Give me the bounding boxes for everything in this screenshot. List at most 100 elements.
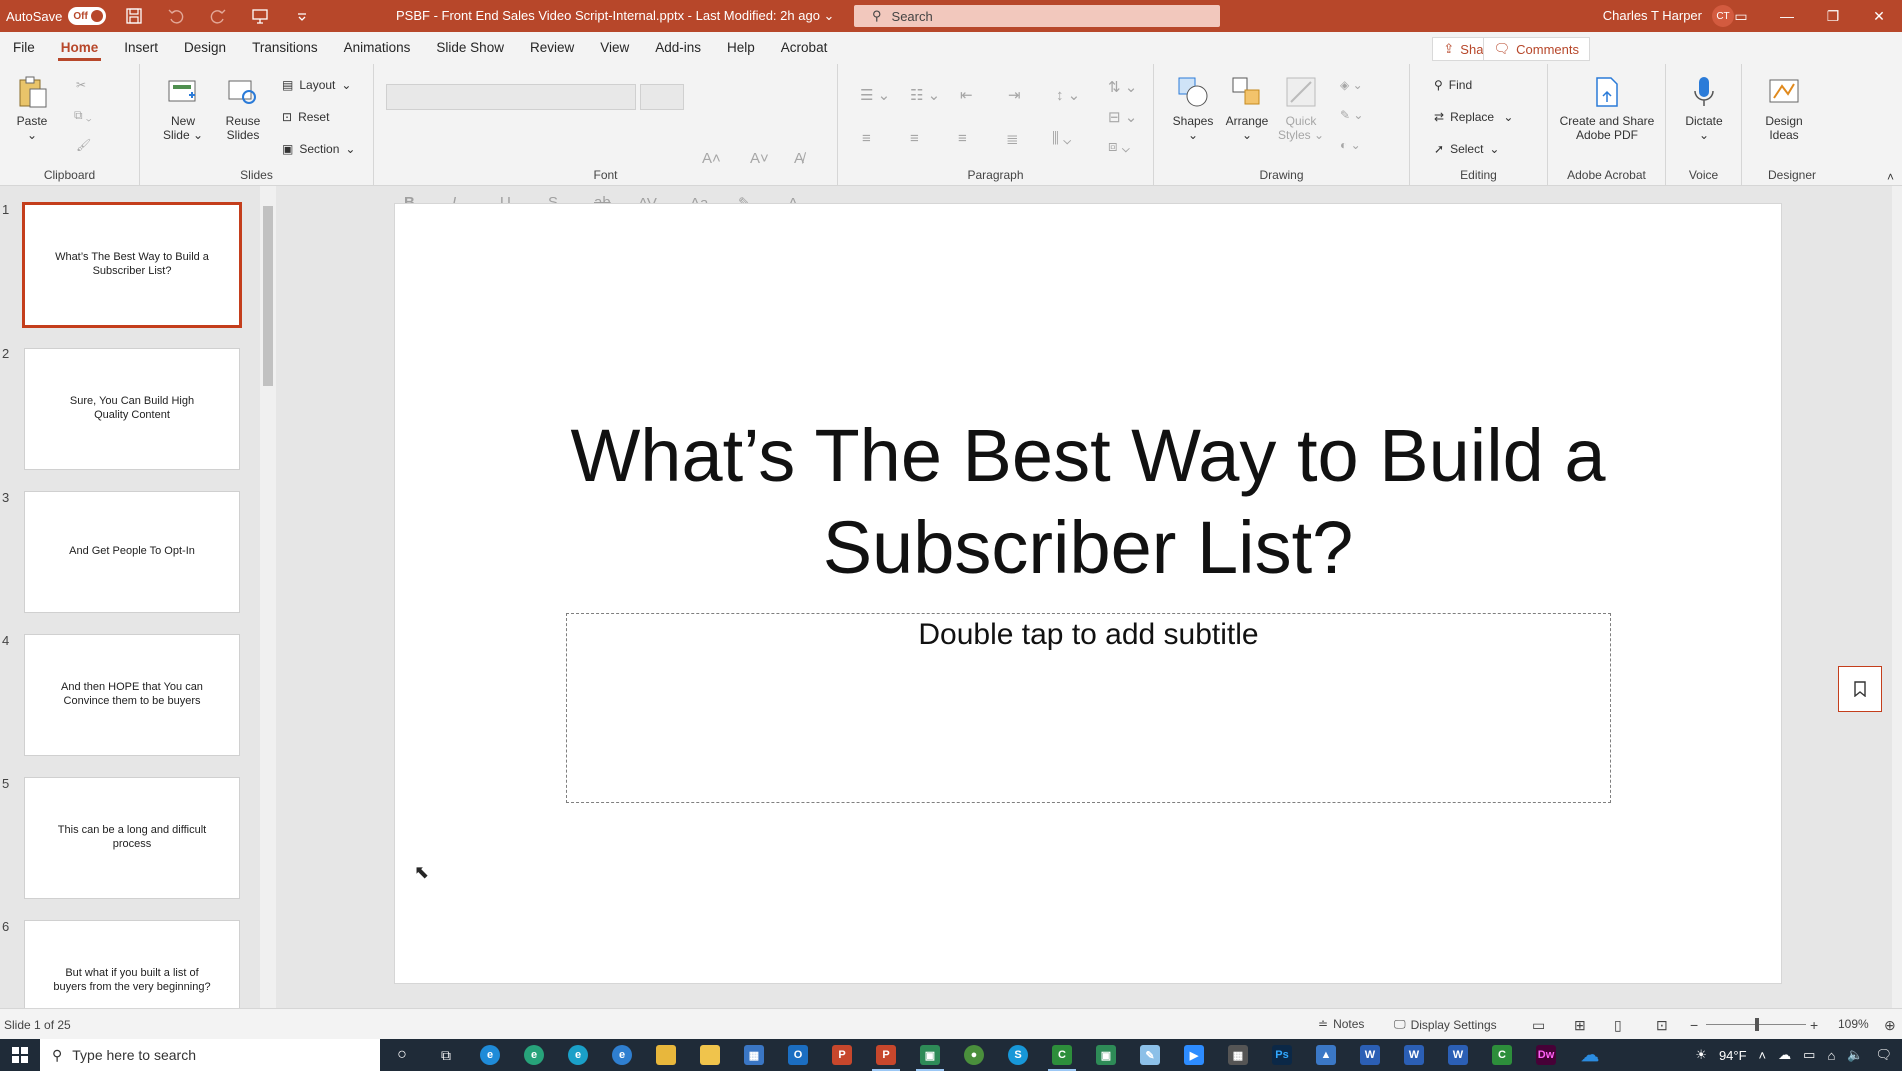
font-size-dropdown[interactable]: [640, 84, 684, 110]
edge-icon[interactable]: e: [600, 1039, 644, 1071]
weather-temperature[interactable]: 94°F: [1719, 1048, 1747, 1063]
tab-add-ins[interactable]: Add-ins: [642, 32, 714, 64]
onedrive-icon[interactable]: ☁: [1568, 1039, 1612, 1071]
task-view-icon[interactable]: ⧉: [424, 1039, 468, 1071]
align-text-icon[interactable]: ⊟ ⌄: [1108, 108, 1137, 126]
notepad-icon[interactable]: ✎: [1128, 1039, 1172, 1071]
slide-thumbnail[interactable]: And Get People To Opt-In: [24, 491, 240, 613]
shape-fill-icon[interactable]: ◈ ⌄: [1340, 78, 1363, 92]
layout-button[interactable]: ▤ Layout ⌄: [282, 78, 351, 92]
photos-icon[interactable]: ▲: [1304, 1039, 1348, 1071]
customize-qat-icon[interactable]: [288, 2, 316, 30]
battery-icon[interactable]: ▭: [1803, 1047, 1815, 1063]
zoom-app-icon[interactable]: ▶: [1172, 1039, 1216, 1071]
speaker-icon[interactable]: 🔈: [1847, 1047, 1863, 1063]
powerpoint-icon[interactable]: P: [820, 1039, 864, 1071]
clear-formatting-icon[interactable]: A̸: [794, 150, 804, 167]
bookmark-icon[interactable]: [1838, 666, 1882, 712]
slide-thumbnail[interactable]: Sure, You Can Build High Quality Content: [24, 348, 240, 470]
word-icon[interactable]: W: [1392, 1039, 1436, 1071]
tab-transitions[interactable]: Transitions: [239, 32, 331, 64]
slide-thumbnail[interactable]: But what if you built a list of buyers f…: [24, 920, 240, 1008]
slide-title[interactable]: What’s The Best Way to Build a Subscribe…: [455, 410, 1721, 594]
camtasia-icon[interactable]: C: [1040, 1039, 1084, 1071]
store-icon[interactable]: ▦: [732, 1039, 776, 1071]
numbering-icon[interactable]: ☷ ⌄: [910, 86, 940, 104]
word-icon[interactable]: W: [1348, 1039, 1392, 1071]
save-icon[interactable]: [120, 2, 148, 30]
tab-view[interactable]: View: [587, 32, 642, 64]
thumbnail-scrollbar[interactable]: [260, 186, 276, 1008]
collapse-ribbon-icon[interactable]: ˄: [1887, 170, 1894, 184]
tab-file[interactable]: File: [0, 32, 48, 64]
scrollbar-thumb[interactable]: [263, 206, 273, 386]
document-title[interactable]: PSBF - Front End Sales Video Script-Inte…: [396, 8, 834, 24]
font-family-dropdown[interactable]: [386, 84, 636, 110]
present-from-beginning-icon[interactable]: [246, 2, 274, 30]
skype-icon[interactable]: S: [996, 1039, 1040, 1071]
autosave-toggle[interactable]: Off: [68, 7, 107, 25]
format-painter-icon[interactable]: 🖌: [76, 138, 91, 152]
notification-icon[interactable]: 🗨: [1875, 1047, 1892, 1063]
slide-sorter-icon[interactable]: ⊞: [1574, 1017, 1586, 1034]
columns-icon[interactable]: ⫼ ⌄: [1052, 130, 1071, 147]
dictate-button[interactable]: Dictate ⌄: [1674, 74, 1734, 142]
cloud-icon[interactable]: ☁: [1778, 1047, 1791, 1063]
decrease-indent-icon[interactable]: ⇤: [960, 86, 973, 104]
tab-acrobat[interactable]: Acrobat: [768, 32, 841, 64]
calculator-icon[interactable]: ▦: [1216, 1039, 1260, 1071]
user-name[interactable]: Charles T Harper: [1603, 8, 1702, 23]
slide-thumbnail[interactable]: And then HOPE that You can Convince them…: [24, 634, 240, 756]
display-settings-button[interactable]: 🖵 Display Settings: [1394, 1017, 1497, 1032]
ribbon-display-options-icon[interactable]: ▭: [1718, 0, 1764, 32]
reuse-slides-button[interactable]: Reuse Slides: [218, 74, 268, 142]
chevron-up-icon[interactable]: ˄: [1759, 1048, 1767, 1063]
section-button[interactable]: ▣ Section ⌄: [282, 142, 355, 156]
line-spacing-icon[interactable]: ↕ ⌄: [1056, 86, 1080, 104]
new-slide-button[interactable]: New Slide ⌄: [158, 74, 208, 142]
select-button[interactable]: ➚ Select ⌄: [1434, 142, 1499, 156]
zoom-level[interactable]: 109%: [1838, 1017, 1869, 1031]
tab-insert[interactable]: Insert: [111, 32, 171, 64]
close-icon[interactable]: ✕: [1856, 0, 1902, 32]
weather-icon[interactable]: ☀: [1695, 1047, 1707, 1063]
align-left-icon[interactable]: ≡: [862, 130, 871, 147]
tab-design[interactable]: Design: [171, 32, 239, 64]
shapes-button[interactable]: Shapes ⌄: [1168, 74, 1218, 142]
reading-view-icon[interactable]: ▯: [1614, 1017, 1622, 1034]
increase-indent-icon[interactable]: ⇥: [1008, 86, 1021, 104]
arrange-button[interactable]: Arrange ⌄: [1222, 74, 1272, 142]
chrome-icon[interactable]: ●: [952, 1039, 996, 1071]
fit-to-window-icon[interactable]: ⊕: [1884, 1017, 1896, 1034]
file-explorer-icon[interactable]: [688, 1039, 732, 1071]
zoom-out-icon[interactable]: −: [1690, 1017, 1698, 1033]
camtasia-icon[interactable]: C: [1480, 1039, 1524, 1071]
tab-animations[interactable]: Animations: [331, 32, 424, 64]
minimize-icon[interactable]: —: [1764, 0, 1810, 32]
zoom-in-icon[interactable]: +: [1810, 1017, 1818, 1033]
tab-help[interactable]: Help: [714, 32, 768, 64]
dreamweaver-icon[interactable]: Dw: [1524, 1039, 1568, 1071]
outlook-icon[interactable]: O: [776, 1039, 820, 1071]
file-explorer-icon[interactable]: [644, 1039, 688, 1071]
meet-icon[interactable]: ▣: [1084, 1039, 1128, 1071]
normal-view-icon[interactable]: ▭: [1532, 1017, 1545, 1034]
copy-icon[interactable]: ⧉ ⌄: [74, 108, 92, 123]
word-icon[interactable]: W: [1436, 1039, 1480, 1071]
decrease-font-icon[interactable]: A˅: [750, 150, 769, 167]
align-center-icon[interactable]: ≡: [910, 130, 919, 147]
smartart-icon[interactable]: ⧈ ⌄: [1108, 138, 1130, 155]
comments-button[interactable]: 🗨 Comments: [1482, 37, 1590, 61]
edge-icon[interactable]: e: [556, 1039, 600, 1071]
shape-outline-icon[interactable]: ✎ ⌄: [1340, 108, 1363, 122]
tab-review[interactable]: Review: [517, 32, 587, 64]
cortana-icon[interactable]: ○: [380, 1039, 424, 1071]
notes-button[interactable]: ≐ Notes: [1318, 1017, 1364, 1031]
justify-icon[interactable]: ≣: [1006, 130, 1019, 148]
undo-icon[interactable]: [162, 2, 190, 30]
restore-icon[interactable]: ❐: [1810, 0, 1856, 32]
reset-button[interactable]: ⊡ Reset: [282, 110, 329, 124]
quick-styles-button[interactable]: Quick Styles ⌄: [1276, 74, 1326, 142]
powerpoint-icon[interactable]: P: [864, 1039, 908, 1071]
paste-button[interactable]: Paste ⌄: [10, 74, 54, 142]
